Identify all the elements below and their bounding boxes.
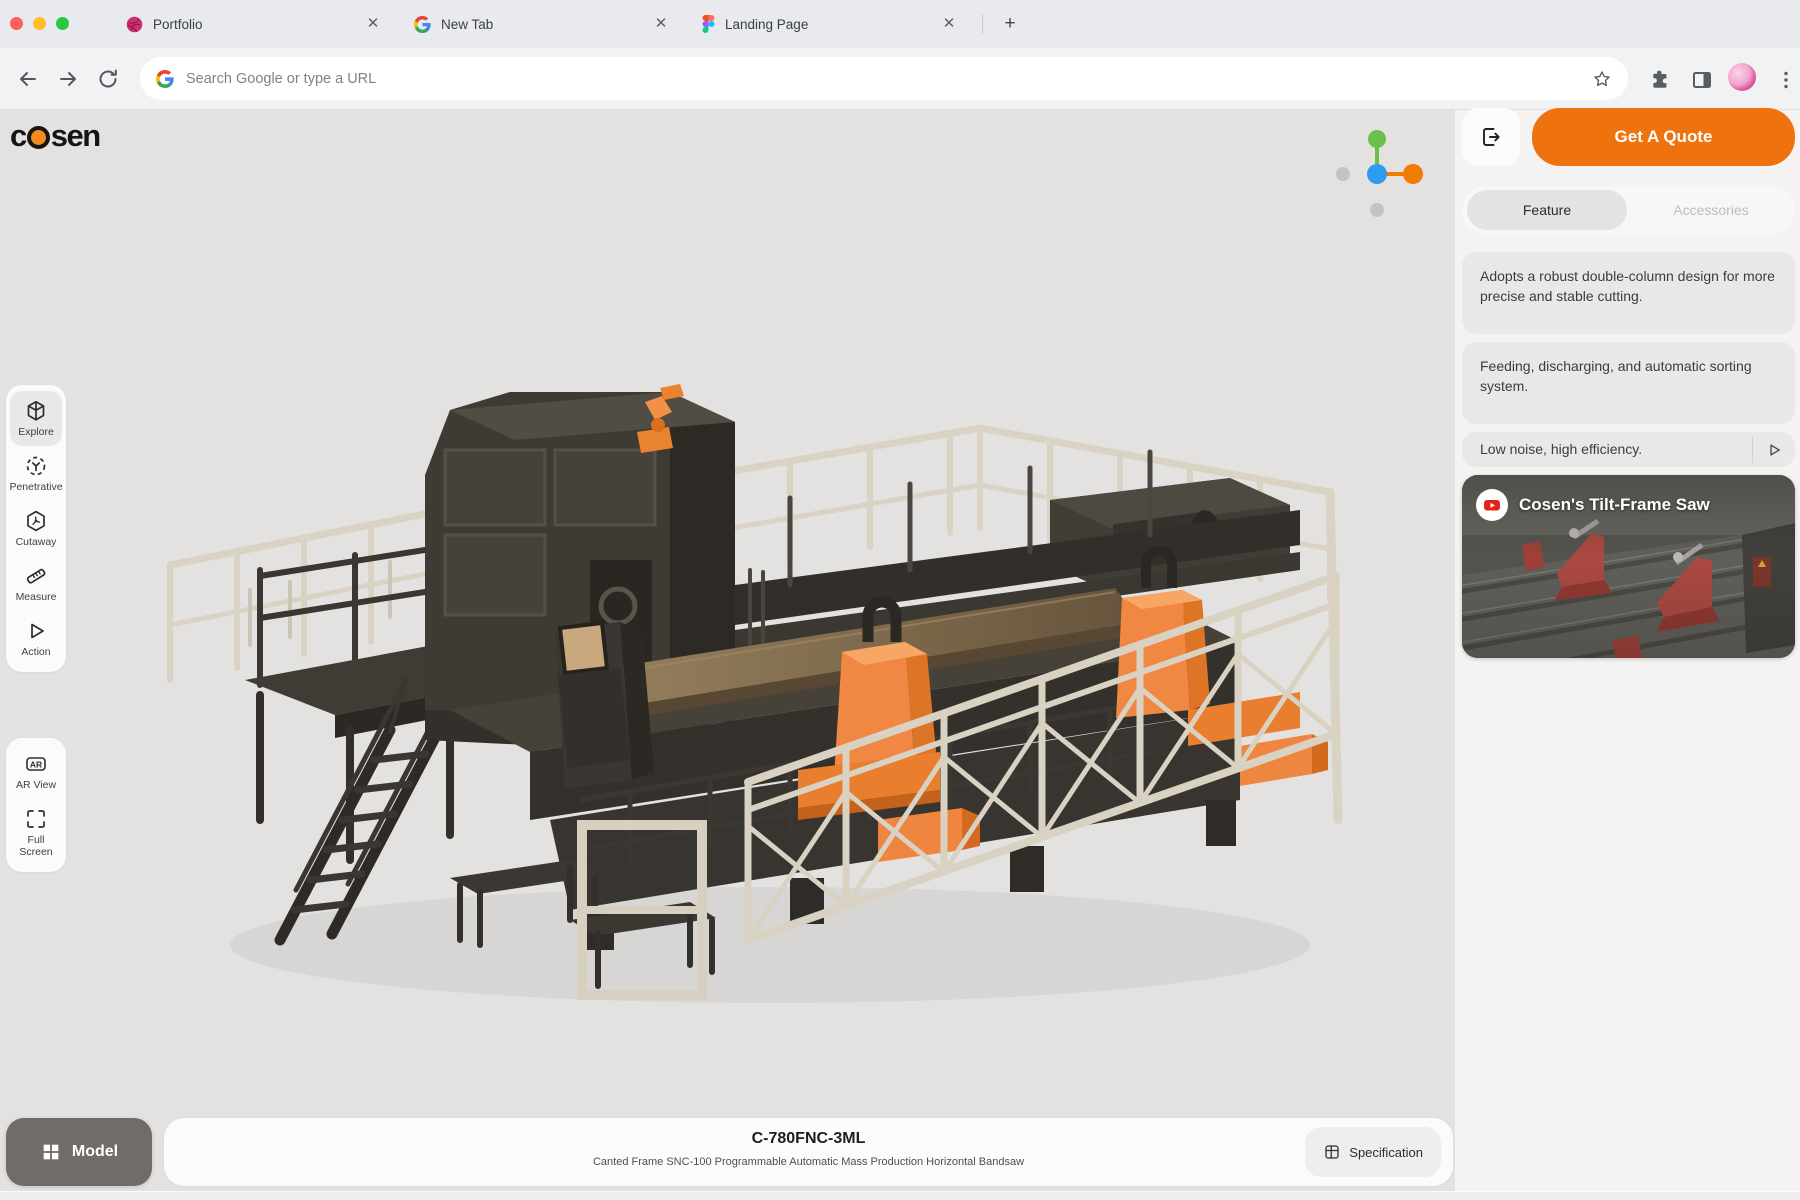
share-export-button[interactable]: [1462, 108, 1520, 166]
feature-text: Feeding, discharging, and automatic sort…: [1480, 357, 1777, 397]
tool-explore[interactable]: Explore: [10, 391, 62, 446]
maximize-window-button[interactable]: [56, 17, 69, 30]
video-header: Cosen's Tilt-Frame Saw: [1476, 489, 1710, 521]
tool-label: Action: [21, 646, 50, 658]
tab-feature-label: Feature: [1523, 202, 1571, 218]
ar-icon: AR: [24, 752, 48, 776]
window-bottom-edge: [0, 1191, 1800, 1200]
browser-toolbar: Search Google or type a URL: [0, 48, 1800, 110]
back-icon[interactable]: [16, 67, 40, 91]
logo-text: c: [10, 118, 26, 154]
orientation-gizmo[interactable]: [1325, 112, 1435, 227]
tab-portfolio[interactable]: Portfolio ✕: [112, 0, 396, 48]
minimize-window-button[interactable]: [33, 17, 46, 30]
google-icon: [414, 16, 431, 33]
tool-label: Penetrative: [9, 481, 62, 493]
specification-button[interactable]: Specification: [1305, 1127, 1441, 1177]
tool-label: AR View: [16, 779, 56, 791]
tool-measure[interactable]: Measure: [10, 556, 62, 611]
control-console: [555, 622, 654, 788]
extensions-icon[interactable]: [1648, 68, 1672, 92]
bookmark-star-icon[interactable]: [1592, 69, 1612, 89]
model-button-label: Model: [72, 1143, 118, 1161]
specification-table-icon: [1323, 1143, 1341, 1161]
feature-play-button[interactable]: [1765, 441, 1783, 459]
cosen-logo: csen: [10, 118, 100, 154]
side-panel: Get A Quote Feature Accessories Adopts a…: [1455, 110, 1800, 1200]
reload-icon[interactable]: [96, 67, 120, 91]
tool-ar-view[interactable]: AR AR View: [10, 744, 62, 799]
3d-viewport[interactable]: csen: [0, 110, 1455, 1200]
address-placeholder: Search Google or type a URL: [186, 71, 1592, 87]
feature-card: Adopts a robust double-column design for…: [1462, 252, 1795, 334]
video-card[interactable]: Cosen's Tilt-Frame Saw: [1462, 475, 1795, 658]
panel-tabs: Feature Accessories: [1462, 186, 1795, 234]
cutaway-icon: [24, 509, 48, 533]
penetrate-icon: [24, 454, 48, 478]
tab-accessories[interactable]: Accessories: [1627, 202, 1795, 218]
model-name: C-780FNC-3ML: [164, 1130, 1453, 1148]
tab-title: New Tab: [441, 17, 642, 32]
tool-label: Cutaway: [16, 536, 57, 548]
close-window-button[interactable]: [10, 17, 23, 30]
specification-label: Specification: [1349, 1145, 1423, 1160]
tab-landing-page[interactable]: Landing Page ✕: [688, 0, 972, 48]
grid-icon: [40, 1141, 62, 1163]
tab-separator: [982, 14, 983, 34]
tab-close-icon[interactable]: ✕: [652, 15, 670, 33]
tool-penetrative[interactable]: Penetrative: [10, 446, 62, 501]
axis-center-handle: [1367, 164, 1387, 184]
menu-kebab-icon[interactable]: [1774, 68, 1798, 92]
tab-new-tab[interactable]: New Tab ✕: [400, 0, 684, 48]
divider: [1752, 437, 1753, 463]
forward-icon[interactable]: [56, 67, 80, 91]
model-menu-button[interactable]: Model: [6, 1118, 152, 1186]
tab-close-icon[interactable]: ✕: [364, 15, 382, 33]
measure-ruler-icon: [24, 564, 48, 588]
address-bar[interactable]: Search Google or type a URL: [140, 57, 1628, 100]
google-icon: [156, 70, 174, 88]
axis-x-handle: [1403, 164, 1423, 184]
tab-title: Landing Page: [725, 17, 930, 32]
feature-card: Feeding, discharging, and automatic sort…: [1462, 342, 1795, 424]
feature-text: Low noise, high efficiency.: [1480, 440, 1777, 460]
tab-feature[interactable]: Feature: [1467, 190, 1627, 230]
tool-label: Full Screen: [12, 834, 60, 858]
side-panel-icon[interactable]: [1690, 68, 1714, 92]
machine-3d-model[interactable]: [150, 380, 1370, 1020]
logo-o-dot: [27, 126, 50, 149]
feature-card: Low noise, high efficiency.: [1462, 432, 1795, 467]
axis-y-negative-handle: [1370, 203, 1384, 217]
tool-label: Explore: [18, 426, 54, 438]
youtube-icon: [1476, 489, 1508, 521]
new-tab-button[interactable]: +: [998, 12, 1022, 36]
svg-text:AR: AR: [30, 759, 42, 769]
tool-label: Measure: [16, 591, 57, 603]
quote-label: Get A Quote: [1615, 127, 1713, 147]
tool-cutaway[interactable]: Cutaway: [10, 501, 62, 556]
get-a-quote-button[interactable]: Get A Quote: [1532, 108, 1795, 166]
tab-strip: Portfolio ✕ New Tab ✕ Landing Page: [0, 0, 1800, 48]
feature-text: Adopts a robust double-column design for…: [1480, 267, 1777, 307]
logo-text: sen: [51, 118, 100, 154]
axis-y-handle: [1368, 130, 1386, 148]
export-icon: [1479, 125, 1503, 149]
viewer-tools-primary: Explore Penetrative Cutaway: [6, 385, 66, 672]
tab-title: Portfolio: [153, 17, 354, 32]
tab-close-icon[interactable]: ✕: [940, 15, 958, 33]
dribbble-icon: [126, 16, 143, 33]
browser-window: Portfolio ✕ New Tab ✕ Landing Page: [0, 0, 1800, 1200]
model-description: Canted Frame SNC-100 Programmable Automa…: [164, 1156, 1453, 1168]
figma-icon: [702, 15, 715, 33]
viewer-tools-secondary: AR AR View Full Screen: [6, 738, 66, 872]
video-title: Cosen's Tilt-Frame Saw: [1519, 495, 1710, 515]
model-info-bar: C-780FNC-3ML Canted Frame SNC-100 Progra…: [164, 1118, 1453, 1186]
profile-avatar[interactable]: [1728, 63, 1756, 91]
fullscreen-icon: [24, 807, 48, 831]
cube-icon: [24, 399, 48, 423]
play-icon: [24, 619, 48, 643]
tool-action[interactable]: Action: [10, 611, 62, 666]
axis-x-negative-handle: [1336, 167, 1350, 181]
tool-full-screen[interactable]: Full Screen: [10, 799, 62, 866]
